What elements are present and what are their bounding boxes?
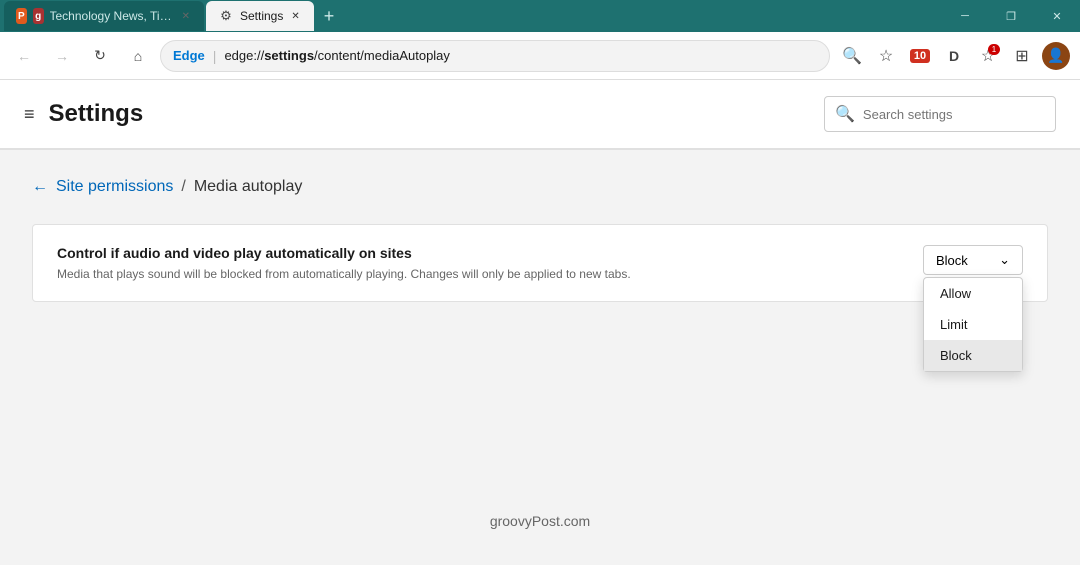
calendar-icon: 10 (910, 49, 930, 63)
home-button[interactable]: ⌂ (122, 40, 154, 72)
titlebar: P g Technology News, Tips, Reviews... ✕ … (0, 0, 1080, 32)
search-settings-box[interactable]: 🔍 (824, 96, 1056, 132)
dropdown-option-block[interactable]: Block (924, 340, 1022, 371)
footer-text: groovyPost.com (490, 513, 590, 529)
control-text: Control if audio and video play automati… (57, 245, 631, 281)
tab-inactive-close[interactable]: ✕ (180, 9, 192, 24)
collections-button[interactable]: ⊞ (1006, 40, 1038, 72)
search-settings-icon: 🔍 (835, 104, 855, 124)
avatar-icon: 👤 (1042, 42, 1070, 70)
autoplay-dropdown-container: Block ⌄ Allow Limit Block (923, 245, 1023, 275)
autoplay-dropdown-menu: Allow Limit Block (923, 277, 1023, 372)
address-input[interactable]: Edge | edge://settings/content/mediaAuto… (160, 40, 830, 72)
footer: groovyPost.com (470, 493, 610, 549)
tab-active-close[interactable]: ✕ (289, 9, 301, 24)
control-description: Media that plays sound will be blocked f… (57, 267, 631, 281)
content-area: ← Site permissions / Media autoplay Cont… (0, 150, 1080, 330)
tab-inactive-tech[interactable]: P g Technology News, Tips, Reviews... ✕ (4, 1, 204, 31)
breadcrumb: ← Site permissions / Media autoplay (32, 178, 1048, 196)
search-settings-input[interactable] (863, 107, 1045, 122)
settings-header: ≡ Settings 🔍 (0, 80, 1080, 149)
address-prefix: edge:// (224, 48, 264, 63)
autoplay-dropdown-button[interactable]: Block ⌄ (923, 245, 1023, 275)
refresh-button[interactable]: ↻ (84, 40, 116, 72)
back-button[interactable]: ← (8, 40, 40, 72)
edge-logo-icon: Edge (173, 48, 205, 63)
control-heading: Control if audio and video play automati… (57, 245, 631, 261)
favicon-g: g (33, 8, 44, 24)
addressbar: ← → ↻ ⌂ Edge | edge://settings/content/m… (0, 32, 1080, 80)
search-icon-button[interactable]: 🔍 (836, 40, 868, 72)
tab-inactive-label: Technology News, Tips, Reviews... (50, 9, 174, 23)
favicon-gp: P (16, 8, 27, 24)
toolbar-icons: 🔍 ☆ 10 D ☆ 1 ⊞ 👤 (836, 40, 1072, 72)
calendar-button[interactable]: 10 (904, 40, 936, 72)
breadcrumb-back-button[interactable]: ← (32, 178, 48, 196)
d-button[interactable]: D (938, 40, 970, 72)
tabs-area: P g Technology News, Tips, Reviews... ✕ … (4, 1, 342, 31)
address-separator: | (213, 48, 217, 64)
tab-active-label: Settings (240, 9, 283, 23)
breadcrumb-site-permissions-link[interactable]: Site permissions (56, 178, 173, 196)
dropdown-option-limit[interactable]: Limit (924, 309, 1022, 340)
settings-favicon-icon: ⚙ (218, 8, 234, 24)
favorites-badge: 1 (988, 44, 1000, 55)
hamburger-menu-button[interactable]: ≡ (24, 104, 35, 125)
settings-title-area: ≡ Settings (24, 100, 143, 128)
breadcrumb-current-page: Media autoplay (194, 178, 303, 196)
forward-button[interactable]: → (46, 40, 78, 72)
new-tab-button[interactable]: + (316, 4, 343, 29)
settings-page-title: Settings (49, 100, 144, 128)
address-suffix: /content/mediaAutoplay (314, 48, 450, 63)
dropdown-selected-label: Block (936, 253, 968, 268)
profile-avatar[interactable]: 👤 (1040, 40, 1072, 72)
close-button[interactable]: ✕ (1034, 0, 1080, 32)
favorites-bar-icon-button[interactable]: ☆ 1 (972, 40, 1004, 72)
chevron-down-icon: ⌄ (999, 252, 1010, 268)
minimize-button[interactable]: ─ (942, 0, 988, 32)
breadcrumb-separator: / (181, 178, 185, 196)
address-text: edge://settings/content/mediaAutoplay (224, 48, 449, 63)
restore-button[interactable]: ❐ (988, 0, 1034, 32)
dropdown-option-allow[interactable]: Allow (924, 278, 1022, 309)
favorites-icon-button[interactable]: ☆ (870, 40, 902, 72)
window-controls: ─ ❐ ✕ (942, 0, 1080, 32)
control-section: Control if audio and video play automati… (32, 224, 1048, 302)
address-bold: settings (264, 48, 314, 63)
tab-active-settings[interactable]: ⚙ Settings ✕ (206, 1, 314, 31)
